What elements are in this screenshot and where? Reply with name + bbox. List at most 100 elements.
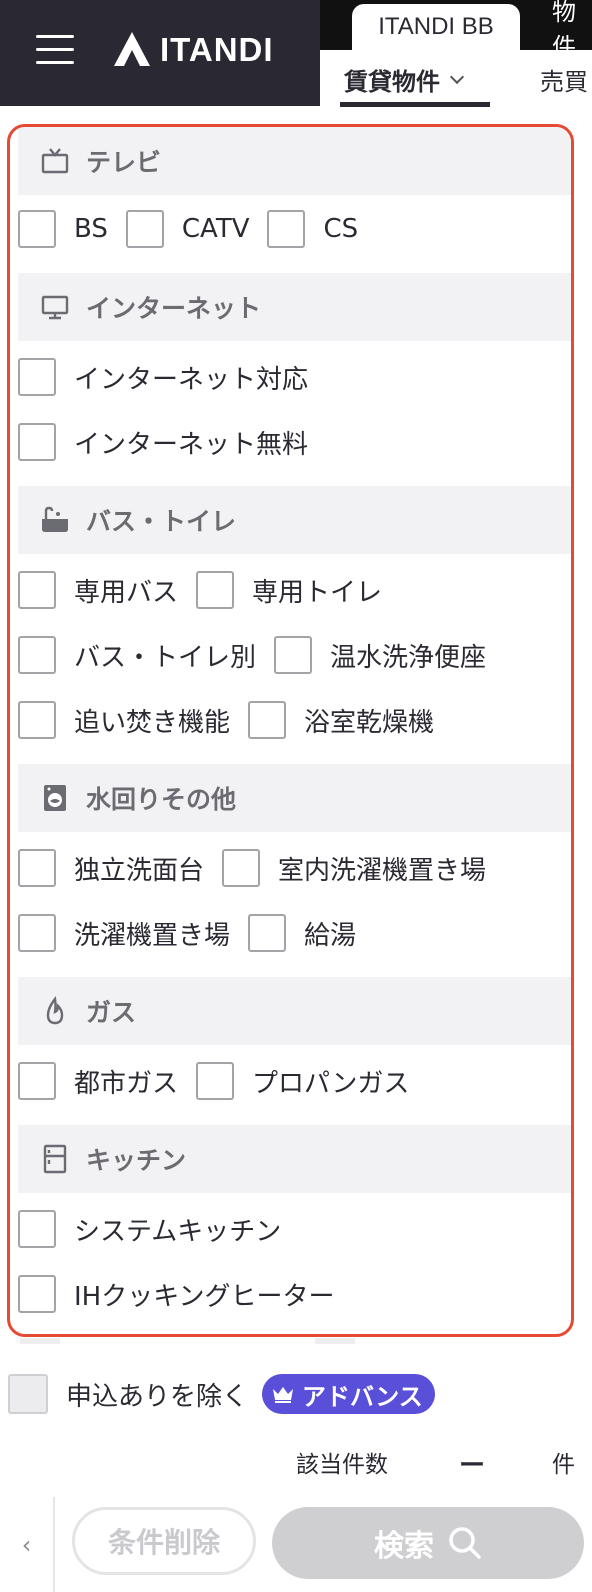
section-header-kitchen: キッチン bbox=[18, 1125, 571, 1193]
option-label: CATV bbox=[181, 214, 250, 244]
option-label: 専用トイレ bbox=[252, 577, 383, 608]
header-tabs: ITANDI BB 物件 賃貸物件 売買 bbox=[320, 0, 592, 107]
count-unit: 件 bbox=[552, 1452, 575, 1478]
option-label: 追い焚き機能 bbox=[74, 707, 231, 738]
section-title: テレビ bbox=[86, 148, 162, 177]
checkbox[interactable] bbox=[18, 1210, 56, 1248]
option-row: 追い焚き機能 浴室乾燥機 bbox=[18, 698, 452, 742]
option-row: インターネット対応 bbox=[18, 355, 326, 399]
flame-icon bbox=[46, 996, 64, 1025]
option-label: 浴室乾燥機 bbox=[304, 707, 435, 738]
search-button[interactable]: 検索 bbox=[272, 1507, 584, 1579]
exclude-applied-label: 申込ありを除く bbox=[66, 1381, 249, 1412]
itandi-logo[interactable]: ITANDI bbox=[112, 30, 274, 70]
kitchen-icon bbox=[43, 1144, 67, 1174]
option-label: 専用バス bbox=[74, 577, 179, 608]
option-washlet[interactable]: 温水洗浄便座 bbox=[274, 636, 486, 674]
option-label: バス・トイレ別 bbox=[74, 642, 257, 673]
option-system-kitchen[interactable]: システムキッチン bbox=[18, 1210, 281, 1248]
option-label: インターネット無料 bbox=[74, 429, 309, 460]
checkbox[interactable] bbox=[248, 701, 287, 739]
option-label: システムキッチン bbox=[74, 1216, 282, 1247]
checkbox[interactable] bbox=[125, 210, 164, 248]
checkbox[interactable] bbox=[18, 914, 56, 952]
checkbox[interactable] bbox=[274, 636, 313, 674]
checkbox[interactable] bbox=[18, 571, 56, 609]
option-label: 室内洗濯機置き場 bbox=[278, 855, 487, 886]
option-ih-heater[interactable]: IHクッキングヒーター bbox=[18, 1275, 334, 1313]
checkbox[interactable] bbox=[18, 701, 56, 739]
tab-itandi-bb[interactable]: ITANDI BB bbox=[352, 4, 520, 50]
option-indoor-washer-space[interactable]: 室内洗濯機置き場 bbox=[222, 849, 486, 887]
app-header: ITANDI ITANDI BB 物件 賃貸物件 売買 bbox=[0, 0, 592, 107]
section-title: キッチン bbox=[86, 1146, 187, 1175]
checkbox[interactable] bbox=[18, 358, 56, 396]
option-row: 洗濯機置き場 給湯 bbox=[18, 911, 374, 955]
option-row: バス・トイレ別 温水洗浄便座 bbox=[18, 633, 504, 677]
top-tab-bar: ITANDI BB 物件 bbox=[320, 0, 592, 61]
menu-icon[interactable] bbox=[36, 33, 74, 67]
checkbox[interactable] bbox=[222, 849, 261, 887]
checkbox[interactable] bbox=[18, 423, 56, 461]
checkbox[interactable] bbox=[196, 571, 235, 609]
section-title: ガス bbox=[86, 998, 137, 1027]
header-left: ITANDI bbox=[0, 0, 318, 106]
option-label: IHクッキングヒーター bbox=[74, 1281, 335, 1312]
option-label: 温水洗浄便座 bbox=[330, 642, 487, 673]
option-internet-free[interactable]: インターネット無料 bbox=[18, 423, 308, 461]
count-value: ー bbox=[459, 1451, 486, 1481]
section-header-water: 水回りその他 bbox=[18, 764, 571, 832]
option-label: 都市ガス bbox=[74, 1068, 179, 1099]
tv-icon bbox=[41, 148, 69, 174]
search-icon bbox=[449, 1527, 481, 1559]
option-independent-washbasin[interactable]: 独立洗面台 bbox=[18, 849, 204, 887]
option-hot-water[interactable]: 給湯 bbox=[248, 914, 356, 952]
tab-sale[interactable]: 売買 bbox=[540, 62, 588, 97]
chevron-down-icon bbox=[449, 69, 465, 84]
section-title: 水回りその他 bbox=[86, 785, 237, 814]
result-count: 該当件数 ー 件 bbox=[0, 1445, 592, 1485]
section-header-tv: テレビ bbox=[18, 127, 571, 195]
checkbox[interactable] bbox=[18, 849, 56, 887]
back-button[interactable]: ‹ bbox=[0, 1497, 55, 1592]
option-row: インターネット無料 bbox=[18, 420, 326, 464]
checkbox[interactable] bbox=[267, 210, 306, 248]
washing-machine-icon bbox=[44, 785, 66, 811]
option-row: システムキッチン bbox=[18, 1207, 299, 1251]
option-separate-bath-toilet[interactable]: バス・トイレ別 bbox=[18, 636, 256, 674]
search-button-label: 検索 bbox=[374, 1529, 434, 1564]
option-label: プロパンガス bbox=[252, 1068, 410, 1099]
checkbox[interactable] bbox=[18, 210, 56, 248]
bottom-action-bar: ‹ 条件削除 検索 bbox=[0, 1497, 592, 1592]
exclude-applied-checkbox[interactable] bbox=[8, 1374, 48, 1414]
option-propane-gas[interactable]: プロパンガス bbox=[196, 1062, 409, 1100]
option-private-toilet[interactable]: 専用トイレ bbox=[196, 571, 382, 609]
option-row: 専用バス 専用トイレ bbox=[18, 568, 400, 612]
option-row: 都市ガス プロパンガス bbox=[18, 1059, 427, 1103]
option-label: 給湯 bbox=[304, 920, 357, 951]
option-label: BS bbox=[74, 214, 108, 244]
checkbox[interactable] bbox=[18, 636, 56, 674]
checkbox[interactable] bbox=[18, 1275, 56, 1313]
option-cs[interactable]: CS bbox=[267, 210, 358, 248]
option-bathroom-dryer[interactable]: 浴室乾燥機 bbox=[248, 701, 434, 739]
tab-bukken[interactable]: 物件 bbox=[552, 0, 592, 61]
checkbox[interactable] bbox=[18, 1062, 56, 1100]
option-city-gas[interactable]: 都市ガス bbox=[18, 1062, 178, 1100]
scroll-edge bbox=[0, 1338, 592, 1346]
clear-conditions-button[interactable]: 条件削除 bbox=[72, 1507, 256, 1575]
option-row: IHクッキングヒーター bbox=[18, 1272, 352, 1316]
checkbox[interactable] bbox=[248, 914, 287, 952]
equipment-filter-panel: テレビ BS CATV CS インターネット インターネット対応 インターネット… bbox=[7, 124, 574, 1337]
section-title: バス・トイレ bbox=[86, 507, 237, 536]
option-internet-ready[interactable]: インターネット対応 bbox=[18, 358, 308, 396]
checkbox[interactable] bbox=[196, 1062, 235, 1100]
option-reheating[interactable]: 追い焚き機能 bbox=[18, 701, 230, 739]
crown-icon bbox=[273, 1387, 294, 1403]
option-private-bath[interactable]: 専用バス bbox=[18, 571, 178, 609]
option-washer-space[interactable]: 洗濯機置き場 bbox=[18, 914, 230, 952]
exclude-applied-option[interactable]: 申込ありを除く アドバンス bbox=[8, 1374, 435, 1414]
option-bs[interactable]: BS bbox=[18, 210, 108, 248]
option-catv[interactable]: CATV bbox=[125, 210, 250, 248]
tab-rental[interactable]: 賃貸物件 bbox=[340, 62, 490, 107]
